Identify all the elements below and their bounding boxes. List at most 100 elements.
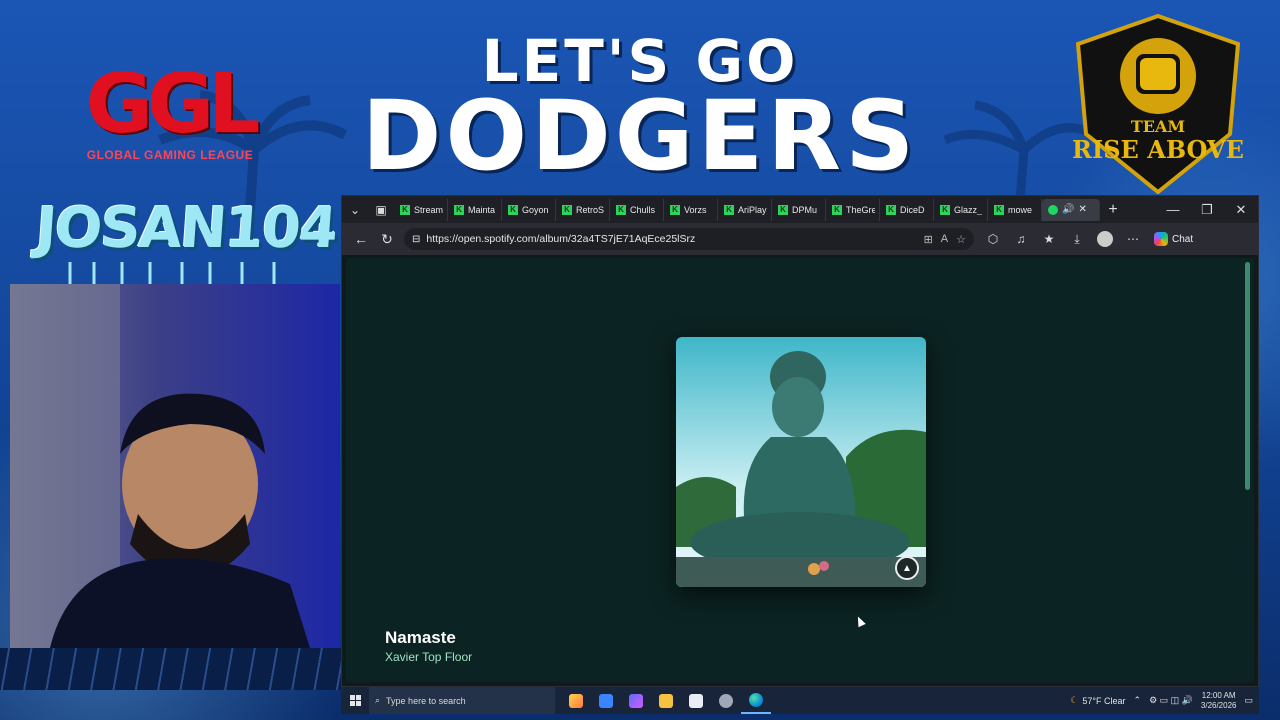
search-placeholder: Type here to search <box>386 695 466 706</box>
dell-icon[interactable] <box>711 687 741 714</box>
tray-icons[interactable]: ⚙ ▭ ◫ 🔊 <box>1149 695 1193 706</box>
album-cover[interactable]: ▲ <box>676 337 926 587</box>
tab-label: Goyon <box>522 204 549 215</box>
weather-widget[interactable]: ☾ 57°F Clear <box>1070 695 1125 706</box>
tab-label: mowe <box>1008 204 1033 215</box>
webcam-feed <box>10 284 340 648</box>
tab-7[interactable]: K DPMu <box>772 198 826 221</box>
taskbar-app-icon-2[interactable] <box>621 687 651 714</box>
tab-label: Glazz_ <box>954 204 983 215</box>
tab-actions-chevron-icon[interactable]: ⌄ <box>342 196 368 223</box>
buddha-statue-image <box>676 337 926 587</box>
taskbar-app-icon-1[interactable] <box>591 687 621 714</box>
tab-8[interactable]: K TheGre <box>826 198 880 221</box>
tab-1[interactable]: K Mainta <box>448 198 502 221</box>
address-bar[interactable]: ⊟ https://open.spotify.com/album/32a4TS7… <box>404 228 974 250</box>
lightning-border <box>0 648 342 690</box>
tab-label: Vorzs <box>684 204 707 215</box>
copilot-chat-button[interactable]: Chat <box>1148 232 1199 246</box>
taskbar-search[interactable]: ⌕ Type here to search <box>369 687 555 714</box>
profile-avatar[interactable] <box>1097 231 1113 247</box>
kick-icon: K <box>994 204 1004 215</box>
tab-10[interactable]: K Glazz_ <box>934 198 988 221</box>
windows-logo-icon <box>349 695 361 706</box>
track-artist-link[interactable]: Xavier Top Floor <box>385 650 472 664</box>
browser-window: ⌄ ▣ K Stream K Mainta K Goyon K RetroS K Chul… <box>341 195 1259 687</box>
chat-label: Chat <box>1172 233 1194 245</box>
tab-spotify-active[interactable]: 🔊 ✕ <box>1042 198 1100 221</box>
track-title[interactable]: Namaste <box>385 628 456 648</box>
kick-icon: K <box>616 204 626 215</box>
tab-6[interactable]: K AriPlay <box>718 198 772 221</box>
restore-icon[interactable]: ❐ <box>1190 196 1224 223</box>
windows-taskbar: ⌕ Type here to search ☾ 57°F Clear ⌃ ⚙ ▭… <box>341 687 1259 714</box>
tab-label: DiceD <box>900 204 925 215</box>
tab-label: Mainta <box>468 204 496 215</box>
new-tab-button[interactable]: + <box>1100 201 1126 219</box>
system-tray: ☾ 57°F Clear ⌃ ⚙ ▭ ◫ 🔊 12:00 AM 3/26/202… <box>1070 691 1259 711</box>
file-explorer-icon[interactable] <box>651 687 681 714</box>
spotify-icon <box>1048 204 1058 215</box>
ggl-logo-letters: GGL <box>85 57 261 152</box>
tab-close-icon[interactable]: ✕ <box>1078 204 1086 215</box>
tab-label: Stream <box>414 204 443 215</box>
tab-3[interactable]: K RetroS <box>556 198 610 221</box>
mouse-cursor-icon <box>854 614 866 628</box>
edge-browser-icon[interactable] <box>741 687 771 714</box>
store-icon[interactable] <box>681 687 711 714</box>
kick-icon: K <box>670 204 680 215</box>
kick-icon: K <box>562 204 572 215</box>
address-url[interactable]: https://open.spotify.com/album/32a4TS7jE… <box>426 233 917 245</box>
kick-icon: K <box>886 204 896 215</box>
ggl-logo-subtitle: GLOBAL GAMING LEAGUE <box>86 148 254 162</box>
team-rise-above-badge: TEAM RISE ABOVE <box>1072 14 1244 194</box>
tab-label: DPMu <box>792 204 818 215</box>
start-button[interactable] <box>341 687 369 714</box>
tab-5[interactable]: K Vorzs <box>664 198 718 221</box>
clock-date: 3/26/2026 <box>1200 700 1237 710</box>
clock-time: 12:00 AM <box>1201 690 1236 700</box>
workspaces-icon[interactable]: ▣ <box>368 196 394 223</box>
kick-icon: K <box>940 204 950 215</box>
page-scrollbar[interactable] <box>1245 262 1250 490</box>
notifications-icon[interactable]: ▭ <box>1244 695 1253 706</box>
speaker-icon[interactable]: 🔊 <box>1062 204 1074 215</box>
app-available-icon[interactable]: ⊞ <box>924 233 933 246</box>
window-controls: — ❐ ✕ <box>1156 196 1258 223</box>
tab-label: Chulls <box>630 204 656 215</box>
tab-0[interactable]: K Stream <box>394 198 448 221</box>
extensions-icon[interactable]: ⬡ <box>980 226 1006 252</box>
weather-text: 57°F Clear <box>1082 695 1126 706</box>
downloads-icon[interactable]: ⤓ <box>1064 226 1090 252</box>
site-info-icon[interactable]: ⊟ <box>412 234 420 245</box>
pinned-apps <box>561 687 771 714</box>
ggl-logo: GGL GLOBAL GAMING LEAGUE <box>60 60 280 170</box>
taskbar-copilot-sparkle-icon[interactable] <box>561 687 591 714</box>
favorite-star-icon[interactable]: ☆ <box>956 233 966 246</box>
spotify-now-playing-page: ▲ Namaste Xavier Top Floor <box>346 258 1254 682</box>
tab-4[interactable]: K Chulls <box>610 198 664 221</box>
kick-icon: K <box>400 204 410 215</box>
media-control-icon[interactable]: ♫ <box>1008 226 1034 252</box>
team-badge-line2: RISE ABOVE <box>1072 135 1244 164</box>
close-window-icon[interactable]: ✕ <box>1224 196 1258 223</box>
back-arrow-icon[interactable]: ← <box>348 226 374 252</box>
tab-label: TheGre <box>846 204 875 215</box>
kick-icon: K <box>778 204 788 215</box>
show-hidden-icons-chevron-icon[interactable]: ⌃ <box>1134 695 1142 706</box>
refresh-icon[interactable]: ↻ <box>374 226 400 252</box>
read-aloud-icon[interactable]: A <box>941 233 948 246</box>
tab-9[interactable]: K DiceD <box>880 198 934 221</box>
tab-2[interactable]: K Goyon <box>502 198 556 221</box>
minimize-icon[interactable]: — <box>1156 196 1190 223</box>
tab-strip: ⌄ ▣ K Stream K Mainta K Goyon K RetroS K Chul… <box>342 196 1258 223</box>
clock[interactable]: 12:00 AM 3/26/2026 <box>1201 691 1237 711</box>
gamertag-graffiti: JOSAN104 <box>33 196 339 261</box>
browser-toolbar: ← ↻ ⊟ https://open.spotify.com/album/32a… <box>342 223 1258 255</box>
favorites-icon[interactable]: ★ <box>1036 226 1062 252</box>
moon-icon: ☾ <box>1070 695 1079 705</box>
more-menu-icon[interactable]: ⋯ <box>1120 226 1146 252</box>
expand-cover-chevron-icon[interactable]: ▲ <box>895 556 919 580</box>
kick-icon: K <box>454 204 464 215</box>
tab-11[interactable]: Kmowe <box>988 198 1042 221</box>
